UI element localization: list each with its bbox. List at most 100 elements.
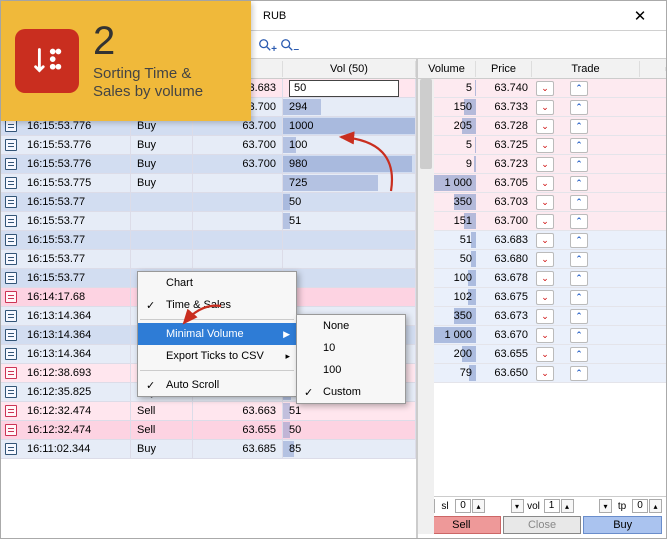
dom-row[interactable]: 563.725⌄⌃	[418, 136, 666, 155]
trade-doc-icon	[5, 272, 17, 284]
dom-row[interactable]: 5063.680⌄⌃	[418, 250, 666, 269]
submenu-100[interactable]: 100	[297, 359, 405, 381]
menu-export-csv[interactable]: Export Ticks to CSV▸	[138, 345, 296, 367]
sell-at-price-button[interactable]: ⌄	[536, 233, 554, 248]
table-row[interactable]: 16:15:53.77	[1, 231, 416, 250]
sell-at-price-button[interactable]: ⌄	[536, 176, 554, 191]
table-row[interactable]: 16:11:02.344Buy63.68585	[1, 440, 416, 459]
table-row[interactable]: 16:15:53.7750	[1, 193, 416, 212]
buy-at-price-button[interactable]: ⌃	[570, 214, 588, 229]
menu-auto-scroll[interactable]: ✓Auto Scroll	[138, 374, 296, 396]
zoom-out-icon[interactable]: –	[279, 37, 295, 53]
close-button[interactable]: Close	[503, 516, 582, 534]
dom-row[interactable]: 5163.683⌄⌃	[418, 231, 666, 250]
col-vol-header[interactable]: Vol (50)	[283, 61, 416, 77]
trade-doc-icon	[5, 348, 17, 360]
badge-number: 2	[93, 21, 203, 61]
buy-at-price-button[interactable]: ⌃	[570, 347, 588, 362]
buy-at-price-button[interactable]: ⌃	[570, 252, 588, 267]
dom-row[interactable]: 963.723⌄⌃	[418, 155, 666, 174]
sell-at-price-button[interactable]: ⌄	[536, 328, 554, 343]
table-row[interactable]: 16:15:53.775Buy725	[1, 174, 416, 193]
menu-chart[interactable]: Chart	[138, 272, 296, 294]
buy-at-price-button[interactable]: ⌃	[570, 138, 588, 153]
sell-at-price-button[interactable]: ⌄	[536, 290, 554, 305]
sell-at-price-button[interactable]: ⌄	[536, 214, 554, 229]
trade-doc-icon	[5, 234, 17, 246]
trade-doc-icon	[5, 177, 17, 189]
tutorial-badge: 2 Sorting Time &Sales by volume	[1, 1, 251, 121]
trade-doc-icon	[5, 443, 17, 455]
vol-stepper[interactable]: ▾vol1▴	[511, 499, 574, 513]
dom-row[interactable]: 7963.650⌄⌃	[418, 364, 666, 383]
buy-at-price-button[interactable]: ⌃	[570, 271, 588, 286]
col-trade-header[interactable]: Trade	[532, 61, 640, 77]
trade-doc-icon	[5, 291, 17, 303]
sell-at-price-button[interactable]: ⌄	[536, 119, 554, 134]
zoom-in-icon[interactable]: +	[257, 37, 273, 53]
dom-row[interactable]: 15063.733⌄⌃	[418, 98, 666, 117]
dom-row[interactable]: 10063.678⌄⌃	[418, 269, 666, 288]
table-row[interactable]: 16:12:32.474Sell63.65550	[1, 421, 416, 440]
buy-at-price-button[interactable]: ⌃	[570, 233, 588, 248]
dom-row[interactable]: 1 00063.705⌄⌃	[418, 174, 666, 193]
col-price-header[interactable]: Price	[476, 61, 532, 77]
submenu-minimal-volume[interactable]: None 10 100 ✓Custom	[296, 314, 406, 404]
buy-at-price-button[interactable]: ⌃	[570, 176, 588, 191]
vol-filter-input[interactable]	[289, 80, 399, 97]
sell-at-price-button[interactable]: ⌄	[536, 81, 554, 96]
table-row[interactable]: 16:15:53.77	[1, 250, 416, 269]
trade-doc-icon	[5, 253, 17, 265]
menu-minimal-volume[interactable]: Minimal Volume▶	[138, 323, 296, 345]
buy-at-price-button[interactable]: ⌃	[570, 328, 588, 343]
buy-at-price-button[interactable]: ⌃	[570, 195, 588, 210]
sell-at-price-button[interactable]: ⌄	[536, 309, 554, 324]
sell-at-price-button[interactable]: ⌄	[536, 138, 554, 153]
dom-pane: Volume Price Trade 563.740⌄⌃15063.733⌄⌃2…	[417, 59, 666, 538]
dom-row[interactable]: 35063.703⌄⌃	[418, 193, 666, 212]
sell-at-price-button[interactable]: ⌄	[536, 157, 554, 172]
dom-row[interactable]: 20063.655⌄⌃	[418, 345, 666, 364]
dom-row[interactable]: 1 00063.670⌄⌃	[418, 326, 666, 345]
trade-doc-icon	[5, 196, 17, 208]
sell-at-price-button[interactable]: ⌄	[536, 271, 554, 286]
buy-at-price-button[interactable]: ⌃	[570, 309, 588, 324]
buy-at-price-button[interactable]: ⌃	[570, 366, 588, 381]
dom-row[interactable]: 10263.675⌄⌃	[418, 288, 666, 307]
sell-at-price-button[interactable]: ⌄	[536, 100, 554, 115]
table-row[interactable]: 16:15:53.776Buy63.700980	[1, 155, 416, 174]
trade-doc-icon	[5, 120, 17, 132]
dom-row[interactable]: 20563.728⌄⌃	[418, 117, 666, 136]
scrollbar[interactable]	[418, 79, 434, 534]
trade-doc-icon	[5, 310, 17, 322]
close-icon[interactable]: ✕	[620, 7, 660, 25]
table-row[interactable]: 16:15:53.7751	[1, 212, 416, 231]
trade-doc-icon	[5, 367, 17, 379]
submenu-10[interactable]: 10	[297, 337, 405, 359]
sell-at-price-button[interactable]: ⌄	[536, 195, 554, 210]
menu-time-sales[interactable]: ✓Time & Sales	[138, 294, 296, 316]
sell-at-price-button[interactable]: ⌄	[536, 252, 554, 267]
dom-row[interactable]: 35063.673⌄⌃	[418, 307, 666, 326]
buy-at-price-button[interactable]: ⌃	[570, 119, 588, 134]
trade-doc-icon	[5, 158, 17, 170]
submenu-none[interactable]: None	[297, 315, 405, 337]
sell-at-price-button[interactable]: ⌄	[536, 347, 554, 362]
buy-at-price-button[interactable]: ⌃	[570, 81, 588, 96]
buy-at-price-button[interactable]: ⌃	[570, 100, 588, 115]
dom-row[interactable]: 563.740⌄⌃	[418, 79, 666, 98]
dom-row[interactable]: 15163.700⌄⌃	[418, 212, 666, 231]
context-menu[interactable]: Chart ✓Time & Sales Minimal Volume▶ Expo…	[137, 271, 297, 397]
sell-at-price-button[interactable]: ⌄	[536, 366, 554, 381]
submenu-custom[interactable]: ✓Custom	[297, 381, 405, 403]
buy-button[interactable]: Buy	[583, 516, 662, 534]
trade-doc-icon	[5, 386, 17, 398]
buy-at-price-button[interactable]: ⌃	[570, 157, 588, 172]
trade-doc-icon	[5, 424, 17, 436]
col-volume-header[interactable]: Volume	[418, 61, 476, 77]
tp-stepper[interactable]: ▾tp0▴	[599, 499, 662, 513]
buy-at-price-button[interactable]: ⌃	[570, 290, 588, 305]
trade-doc-icon	[5, 329, 17, 341]
table-row[interactable]: 16:15:53.776Buy63.700100	[1, 136, 416, 155]
table-row[interactable]: 16:12:32.474Sell63.66351	[1, 402, 416, 421]
